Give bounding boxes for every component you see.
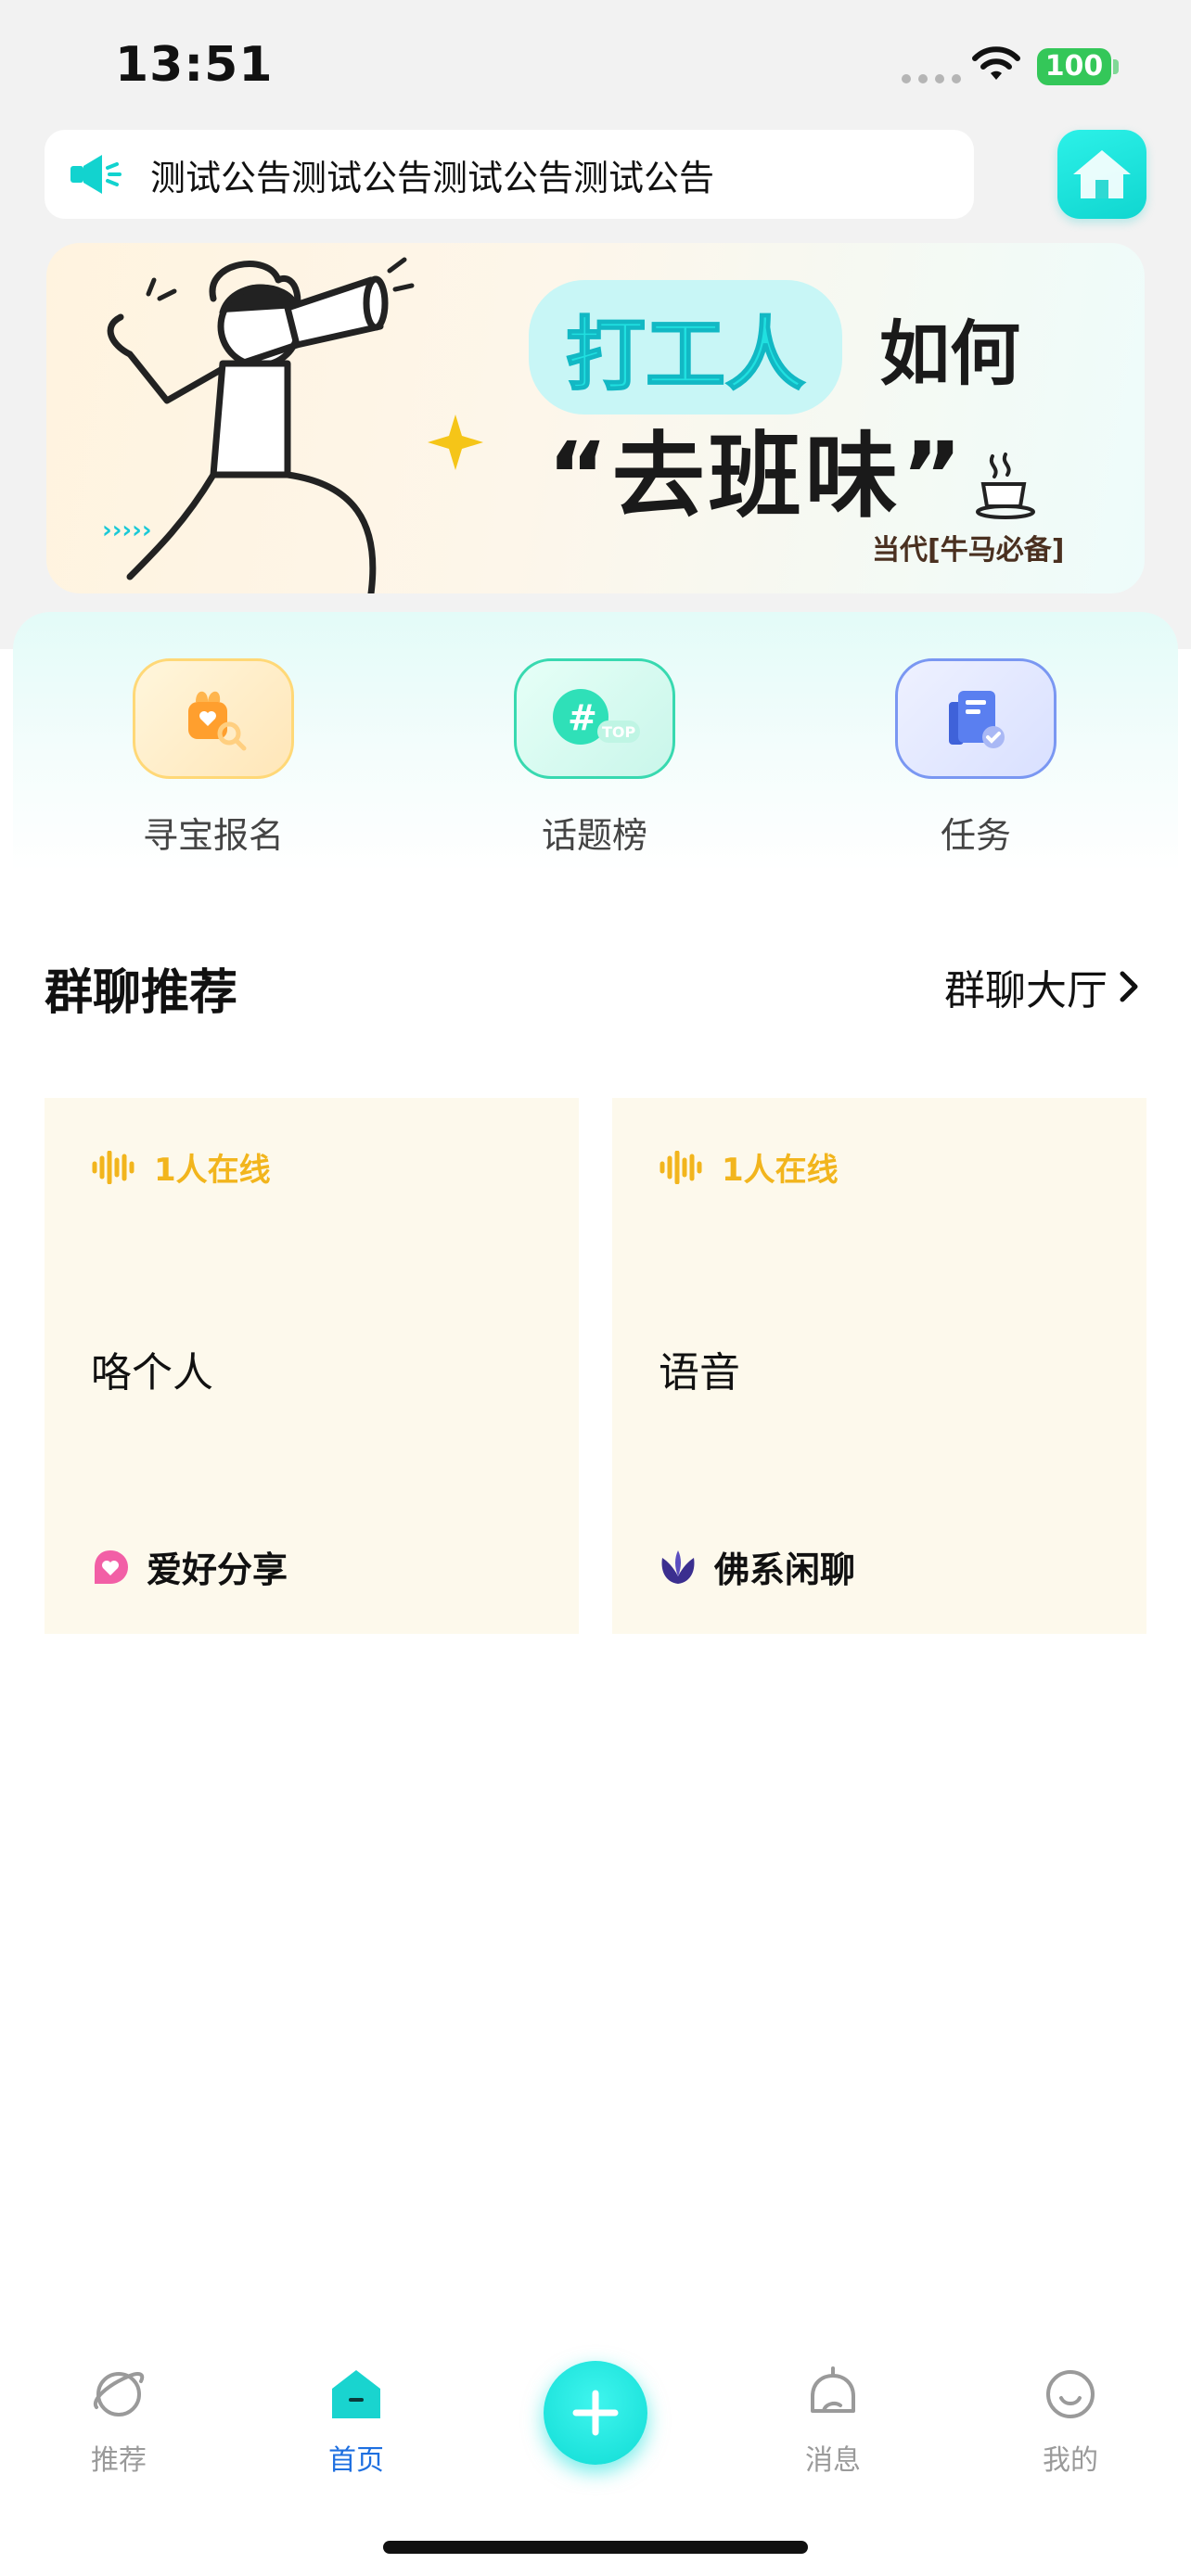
- group-tag-label: 爱好分享: [147, 1549, 288, 1590]
- svg-text:›››››: ›››››: [102, 516, 152, 544]
- banner-title-highlight: 打工人: [529, 280, 842, 414]
- online-status: 1人在线: [659, 1144, 839, 1190]
- battery-tip: [1113, 59, 1119, 74]
- home-indicator: [383, 2541, 808, 2554]
- smile-face-icon: [1046, 2370, 1095, 2418]
- group-hall-label: 群聊大厅: [944, 967, 1108, 1014]
- announcement-bar[interactable]: 测试公告测试公告测试公告测试公告: [45, 130, 974, 219]
- battery-indicator: 100: [1037, 48, 1111, 85]
- quick-entry-topics[interactable]: # TOP 话题榜: [474, 658, 715, 858]
- home-tab-icon: [332, 2370, 380, 2418]
- hashtag-top-icon: # TOP: [514, 658, 675, 779]
- group-name: 语音: [659, 1349, 740, 1396]
- wifi-icon: [972, 46, 1020, 80]
- tab-label: 我的: [1043, 2444, 1098, 2477]
- svg-text:#: #: [568, 697, 597, 738]
- group-name: 咯个人: [91, 1349, 213, 1396]
- section-title: 群聊推荐: [45, 965, 238, 1021]
- tab-profile[interactable]: 我的: [996, 2365, 1145, 2478]
- banner-tagline: 当代[牛马必备]: [872, 534, 1065, 567]
- banner-title-rest: 如何: [879, 312, 1020, 395]
- megaphone-icon: [70, 155, 122, 194]
- lotus-icon: [661, 1549, 695, 1584]
- plus-icon: [572, 2390, 619, 2436]
- task-document-icon: [895, 658, 1057, 779]
- chevron-right-icon: [1120, 971, 1138, 1002]
- tab-label: 首页: [328, 2444, 384, 2477]
- online-status: 1人在线: [91, 1144, 271, 1190]
- planet-icon: [93, 2372, 145, 2417]
- sound-wave-icon: [660, 1150, 702, 1184]
- quick-entry-tasks[interactable]: 任务: [855, 658, 1096, 858]
- promo-banner[interactable]: ››››› 打工人 如何 “去班味” 当代[牛马必备]: [46, 243, 1145, 593]
- banner-headline: “去班味”: [547, 422, 967, 530]
- group-card[interactable]: 1人在线 语音 佛系闲聊: [612, 1098, 1146, 1634]
- tab-recommend[interactable]: 推荐: [45, 2365, 193, 2478]
- online-count: 1人在线: [154, 1152, 271, 1189]
- coffee-cup-icon: [976, 453, 1035, 519]
- quick-entry-label: 话题榜: [541, 815, 647, 856]
- sound-wave-icon: [92, 1150, 134, 1184]
- add-button[interactable]: [544, 2361, 647, 2465]
- tab-label: 消息: [805, 2444, 861, 2477]
- group-tag: 爱好分享: [91, 1541, 288, 1592]
- group-card[interactable]: 1人在线 咯个人 爱好分享: [45, 1098, 579, 1634]
- online-count: 1人在线: [722, 1152, 839, 1189]
- group-tag: 佛系闲聊: [659, 1541, 855, 1592]
- home-shortcut-button[interactable]: [1057, 130, 1146, 219]
- group-hall-link[interactable]: 群聊大厅: [944, 957, 1141, 1016]
- svg-text:TOP: TOP: [602, 723, 636, 741]
- tab-messages[interactable]: 消息: [759, 2365, 907, 2478]
- group-tag-label: 佛系闲聊: [714, 1549, 856, 1590]
- quick-entry-treasure[interactable]: 寻宝报名: [93, 658, 334, 858]
- bell-icon: [811, 2366, 855, 2413]
- announcement-text: 测试公告测试公告测试公告测试公告: [150, 157, 715, 198]
- house-icon: [1073, 150, 1131, 198]
- heart-bubble-icon: [95, 1549, 128, 1584]
- treasure-search-icon: [133, 658, 294, 779]
- sparkle-icon: [428, 414, 483, 470]
- quick-entry-label: 任务: [940, 815, 1011, 856]
- status-time: 13:51: [115, 37, 274, 93]
- tab-label: 推荐: [91, 2444, 147, 2477]
- tab-home[interactable]: 首页: [282, 2365, 430, 2478]
- quick-entry-label: 寻宝报名: [142, 815, 284, 856]
- cellular-signal-icon: [902, 74, 961, 83]
